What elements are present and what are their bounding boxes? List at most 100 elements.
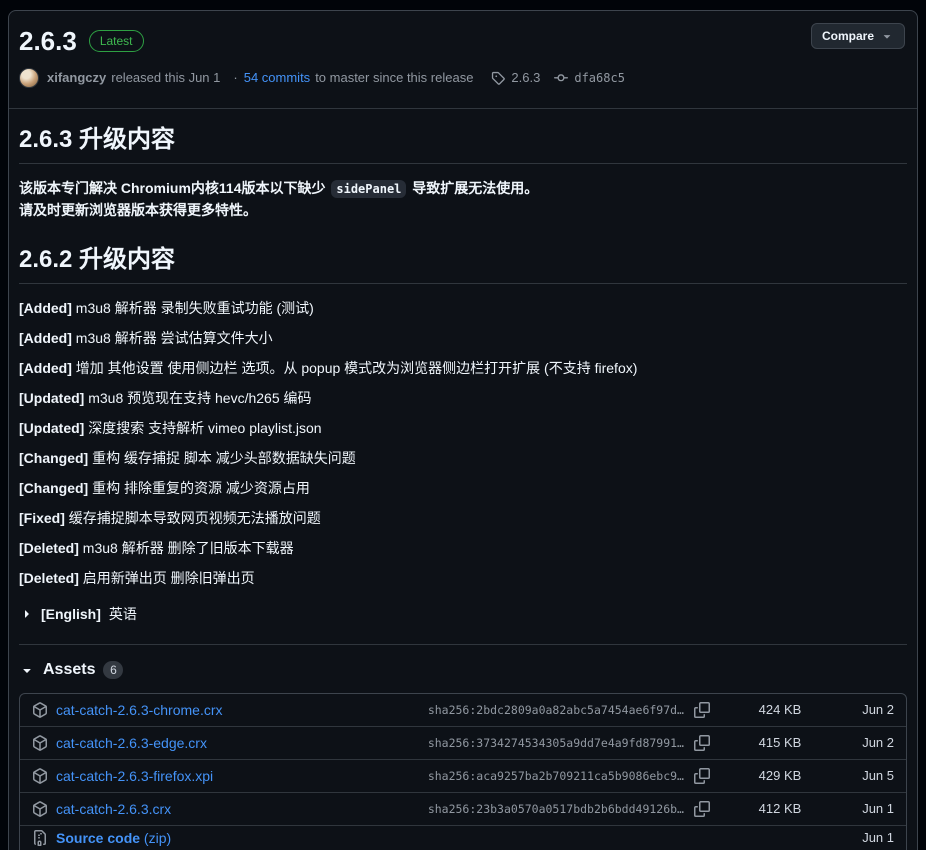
meta-separator: ·	[233, 70, 237, 85]
notes-263-line1-post: 导致扩展无法使用。	[412, 180, 538, 196]
change-item: [Changed] 重构 排除重复的资源 减少资源占用	[19, 478, 907, 498]
asset-left: cat-catch-2.6.3.crx	[32, 801, 428, 817]
asset-size: 429 KB	[710, 768, 850, 783]
asset-date: Jun 5	[850, 768, 894, 783]
package-icon	[32, 768, 48, 784]
english-details-toggle[interactable]: [English] 英语	[19, 604, 907, 624]
copy-sha-button[interactable]	[694, 735, 710, 751]
release-header: 2.6.3 Latest Compare xifangczy released …	[9, 11, 917, 109]
notes-263-line1-pre: 该版本专门解决 Chromium内核114版本以下缺少	[19, 180, 325, 196]
asset-link[interactable]: cat-catch-2.6.3.crx	[56, 801, 171, 817]
source-link-label: Source code	[56, 830, 140, 846]
change-text: 缓存捕捉脚本导致网页视频无法播放问题	[69, 510, 321, 526]
asset-left: Source code (zip)	[32, 830, 850, 846]
change-text: 启用新弹出页 删除旧弹出页	[83, 570, 255, 586]
package-icon	[32, 801, 48, 817]
change-text: 重构 缓存捕捉 脚本 减少头部数据缺失问题	[92, 450, 356, 466]
assets-count-badge: 6	[103, 661, 123, 679]
avatar[interactable]	[19, 68, 39, 88]
change-item: [Deleted] 启用新弹出页 删除旧弹出页	[19, 568, 907, 588]
change-text: 重构 排除重复的资源 减少资源占用	[92, 480, 310, 496]
notes-263-paragraph: 该版本专门解决 Chromium内核114版本以下缺少 sidePanel 导致…	[19, 178, 907, 221]
asset-sha: sha256:3734274534305a9dd7e4a9fd87991…	[428, 736, 684, 750]
change-item: [Added] 增加 其他设置 使用侧边栏 选项。从 popup 模式改为浏览器…	[19, 358, 907, 378]
asset-date: Jun 1	[850, 801, 894, 816]
change-item: [Added] m3u8 解析器 录制失败重试功能 (测试)	[19, 298, 907, 318]
english-toggle-label: 英语	[109, 604, 137, 624]
tag-name: 2.6.3	[511, 70, 540, 85]
tag-group: 2.6.3	[491, 70, 540, 85]
commits-rest: to master since this release	[315, 70, 473, 85]
asset-sha: sha256:23b3a0570a0517bdb2b6bdd49126b…	[428, 802, 684, 816]
change-tag: [Added]	[19, 330, 72, 346]
asset-row: cat-catch-2.6.3.crx sha256:23b3a0570a051…	[20, 793, 906, 826]
change-tag: [Deleted]	[19, 540, 79, 556]
tag-icon	[491, 71, 505, 85]
change-tag: [Changed]	[19, 480, 88, 496]
release-title: 2.6.3	[19, 25, 77, 58]
change-item: [Deleted] m3u8 解析器 删除了旧版本下载器	[19, 538, 907, 558]
change-text: m3u8 解析器 删除了旧版本下载器	[83, 540, 294, 556]
asset-date: Jun 2	[850, 702, 894, 717]
change-text: 增加 其他设置 使用侧边栏 选项。从 popup 模式改为浏览器侧边栏打开扩展 …	[76, 360, 638, 376]
source-zip-link[interactable]: Source code (zip)	[56, 830, 171, 846]
asset-size: 412 KB	[710, 801, 850, 816]
asset-row: cat-catch-2.6.3-chrome.crx sha256:2bdc28…	[20, 694, 906, 727]
file-zip-icon	[32, 830, 48, 846]
change-item: [Fixed] 缓存捕捉脚本导致网页视频无法播放问题	[19, 508, 907, 528]
sidepanel-code-chip: sidePanel	[331, 180, 406, 198]
change-tag: [Updated]	[19, 420, 84, 436]
released-text: released this Jun 1	[111, 70, 220, 85]
asset-sha: sha256:2bdc2809a0a82abc5a7454ae6f97d…	[428, 703, 684, 717]
change-tag: [Changed]	[19, 450, 88, 466]
change-text: m3u8 预览现在支持 hevc/h265 编码	[88, 390, 311, 406]
assets-list: cat-catch-2.6.3-chrome.crx sha256:2bdc28…	[19, 693, 907, 850]
asset-row: cat-catch-2.6.3-firefox.xpi sha256:aca92…	[20, 760, 906, 793]
git-commit-icon	[554, 71, 568, 85]
copy-sha-button[interactable]	[694, 768, 710, 784]
asset-link[interactable]: cat-catch-2.6.3-firefox.xpi	[56, 768, 213, 784]
triangle-down-icon	[19, 662, 35, 678]
copy-sha-button[interactable]	[694, 702, 710, 718]
section-heading-262: 2.6.2 升级内容	[19, 245, 907, 284]
change-text: m3u8 解析器 录制失败重试功能 (测试)	[76, 300, 314, 316]
asset-link[interactable]: cat-catch-2.6.3-chrome.crx	[56, 702, 223, 718]
assets-toggle[interactable]: Assets 6	[19, 661, 907, 679]
assets-heading: Assets	[43, 661, 95, 679]
triangle-right-icon	[19, 606, 35, 622]
copy-sha-button[interactable]	[694, 801, 710, 817]
change-item: [Updated] m3u8 预览现在支持 hevc/h265 编码	[19, 388, 907, 408]
asset-left: cat-catch-2.6.3-firefox.xpi	[32, 768, 428, 784]
change-tag: [Added]	[19, 300, 72, 316]
change-text: 深度搜索 支持解析 vimeo playlist.json	[88, 420, 321, 436]
change-item: [Added] m3u8 解析器 尝试估算文件大小	[19, 328, 907, 348]
asset-link[interactable]: cat-catch-2.6.3-edge.crx	[56, 735, 207, 751]
change-tag: [Fixed]	[19, 510, 65, 526]
english-details: [English] 英语	[19, 604, 907, 624]
asset-date: Jun 1	[850, 830, 894, 845]
package-icon	[32, 702, 48, 718]
asset-date: Jun 2	[850, 735, 894, 750]
asset-size: 415 KB	[710, 735, 850, 750]
asset-left: cat-catch-2.6.3-edge.crx	[32, 735, 428, 751]
change-item: [Changed] 重构 缓存捕捉 脚本 减少头部数据缺失问题	[19, 448, 907, 468]
change-item: [Updated] 深度搜索 支持解析 vimeo playlist.json	[19, 418, 907, 438]
latest-badge: Latest	[89, 30, 144, 52]
author-link[interactable]: xifangczy	[47, 70, 106, 85]
release-card: 2.6.3 Latest Compare xifangczy released …	[8, 10, 918, 850]
change-tag: [Updated]	[19, 390, 84, 406]
chevron-down-icon	[880, 29, 894, 43]
compare-button-label: Compare	[822, 29, 874, 43]
asset-row: cat-catch-2.6.3-edge.crx sha256:37342745…	[20, 727, 906, 760]
change-text: m3u8 解析器 尝试估算文件大小	[76, 330, 273, 346]
commit-group: dfa68c5	[554, 71, 625, 85]
release-page: 2.6.3 Latest Compare xifangczy released …	[0, 0, 926, 850]
english-toggle-tag: [English]	[41, 604, 101, 624]
source-code-row: Source code (zip) Jun 1	[20, 826, 906, 850]
asset-left: cat-catch-2.6.3-chrome.crx	[32, 702, 428, 718]
commit-sha-link[interactable]: dfa68c5	[574, 71, 625, 85]
assets-section: Assets 6 cat-catch-2.6.3-chrome.crx sha2…	[19, 644, 907, 850]
compare-button[interactable]: Compare	[811, 23, 905, 49]
notes-263-line2: 请及时更新浏览器版本获得更多特性。	[19, 202, 257, 218]
commits-link[interactable]: 54 commits	[244, 70, 310, 85]
